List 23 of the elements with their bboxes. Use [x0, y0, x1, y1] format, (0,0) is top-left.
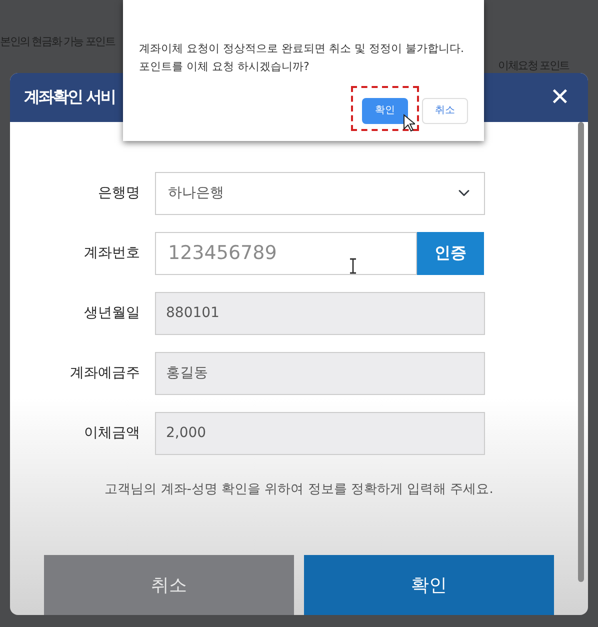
confirm-button[interactable]: 확인 — [362, 98, 408, 124]
cancel-button[interactable]: 취소 — [422, 98, 468, 124]
field-label: 계좌예금주 — [69, 364, 141, 382]
field-label: 생년월일 — [83, 304, 141, 322]
text-cursor-icon — [348, 258, 358, 274]
modal-title: 계좌확인 서비 — [24, 86, 116, 108]
confirm-button[interactable]: 확인 — [304, 555, 554, 615]
field-label: 이체금액 — [83, 424, 141, 442]
readonly-field: 2,000 — [155, 412, 485, 454]
alert-message: 계좌이체 요청이 정상적으로 완료되면 취소 및 정정이 불가합니다. — [139, 41, 465, 57]
pointer-icon — [403, 114, 415, 132]
scrollbar[interactable] — [578, 122, 584, 582]
input-field[interactable]: 123456789 — [155, 232, 417, 274]
field-label: 은행명 — [97, 184, 141, 202]
notice-text: 고객님의 계좌-성명 확인을 위하여 정보를 정확하게 입력해 주세요. — [104, 480, 494, 498]
cancel-button[interactable]: 취소 — [44, 555, 294, 615]
field-label: 계좌번호 — [83, 244, 141, 262]
readonly-field: 홍길동 — [155, 352, 485, 394]
alert-message: 포인트를 이체 요청 하시겠습니까? — [139, 59, 310, 75]
readonly-field: 880101 — [155, 292, 485, 334]
close-button[interactable]: ✕ — [550, 85, 570, 110]
verify-button[interactable]: 인증 — [417, 232, 484, 274]
bank-select[interactable]: 하나은행 — [155, 172, 485, 214]
